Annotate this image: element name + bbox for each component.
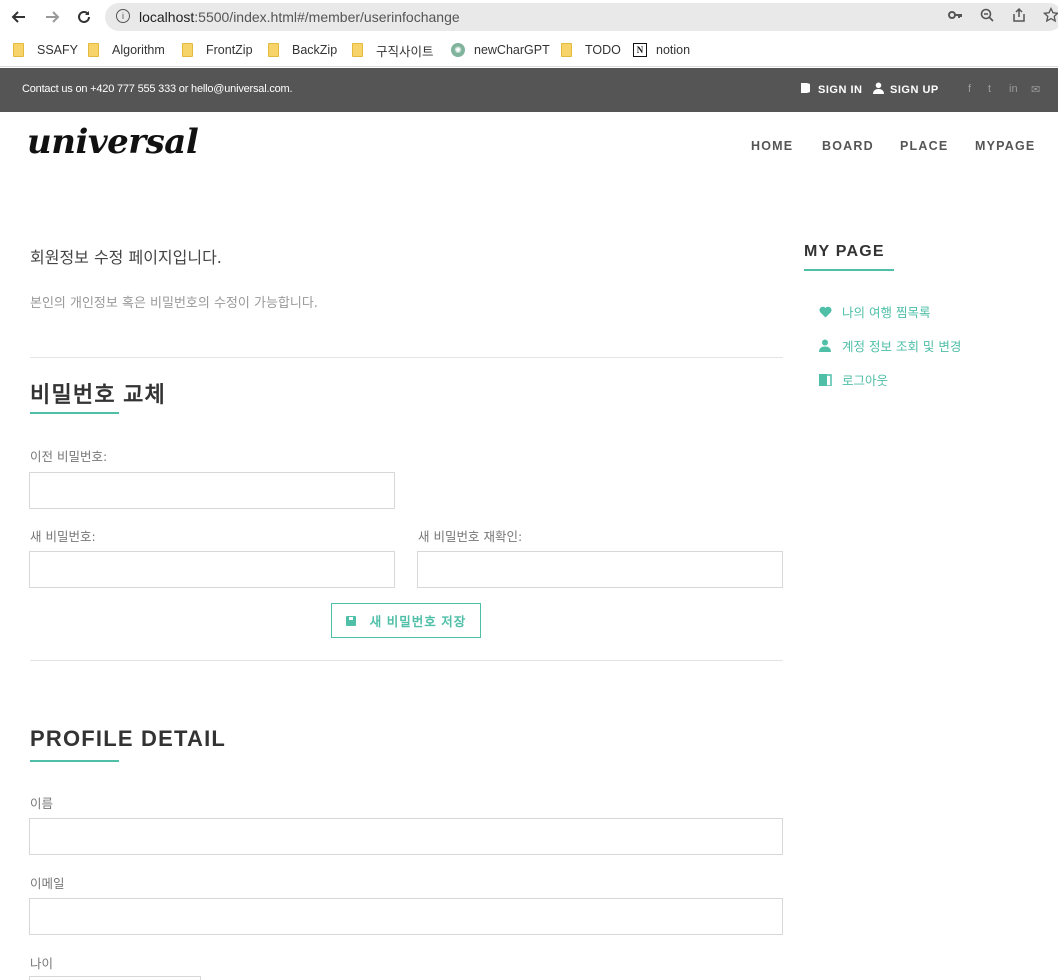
- url-path: :5500/index.html#/member/userinfochange: [194, 9, 460, 25]
- bookmark-frontzip[interactable]: FrontZip: [182, 40, 253, 60]
- sidebar-item-label: 계정 정보 조회 및 변경: [842, 339, 962, 354]
- folder-icon: [88, 43, 99, 57]
- old-password-label: 이전 비밀번호:: [30, 449, 108, 464]
- chatgpt-icon: ✺: [451, 43, 465, 57]
- folder-icon: [561, 43, 572, 57]
- facebook-icon[interactable]: f: [968, 83, 971, 95]
- sidebar-item-logout[interactable]: 로그아웃: [818, 370, 888, 389]
- page-title: 회원정보 수정 페이지입니다.: [30, 248, 222, 267]
- top-info-bar: Contact us on +420 777 555 333 or hello@…: [0, 68, 1058, 112]
- folder-icon: [13, 43, 24, 57]
- back-icon[interactable]: [6, 4, 32, 30]
- save-password-button[interactable]: 새 비밀번호 저장: [331, 603, 481, 638]
- page-subtitle: 본인의 개인정보 혹은 비밀번호의 수정이 가능합니다.: [30, 296, 318, 311]
- url-host: localhost: [139, 9, 195, 25]
- heart-icon: [818, 305, 832, 319]
- sign-in-link[interactable]: SIGN IN: [799, 82, 862, 97]
- bookmark-label: newCharGPT: [474, 43, 550, 57]
- sidebar-item-label: 로그아웃: [842, 373, 889, 388]
- confirm-password-label: 새 비밀번호 재확인:: [418, 529, 523, 544]
- profile-section-title: PROFILE DETAIL: [30, 726, 227, 751]
- age-input[interactable]: [29, 976, 201, 980]
- save-icon: [345, 615, 356, 626]
- site-logo[interactable]: universal: [27, 122, 199, 162]
- bookmark-label: FrontZip: [206, 43, 253, 57]
- new-password-label: 새 비밀번호:: [30, 529, 96, 544]
- bookmark-notion[interactable]: Nnotion: [633, 40, 690, 60]
- password-section-title: 비밀번호 교체: [30, 382, 166, 407]
- nav-board[interactable]: BOARD: [822, 139, 874, 153]
- notion-icon: N: [633, 43, 647, 57]
- zoom-icon[interactable]: [976, 4, 998, 26]
- reload-icon[interactable]: [71, 4, 97, 30]
- section-underline: [30, 760, 119, 762]
- sign-in-icon: [799, 82, 811, 97]
- key-icon[interactable]: [944, 4, 966, 26]
- twitter-icon[interactable]: t: [988, 83, 991, 95]
- url-text[interactable]: localhost:5500/index.html#/member/userin…: [139, 9, 460, 25]
- sidebar-item-wishlist[interactable]: 나의 여행 찜목록: [818, 302, 930, 321]
- save-password-label: 새 비밀번호 저장: [369, 615, 467, 629]
- door-icon: [818, 373, 832, 387]
- email-input[interactable]: [29, 898, 783, 935]
- bookmark-todo[interactable]: TODO: [561, 40, 621, 60]
- sign-up-label: SIGN UP: [890, 83, 939, 96]
- forward-icon[interactable]: [39, 4, 65, 30]
- nav-home[interactable]: HOME: [751, 139, 793, 153]
- sidebar-title: MY PAGE: [804, 243, 885, 260]
- bookmark-job-sites[interactable]: 구직사이트: [352, 40, 434, 60]
- divider: [30, 660, 783, 661]
- section-underline: [30, 412, 119, 414]
- sidebar-item-account[interactable]: 계정 정보 조회 및 변경: [818, 336, 961, 355]
- contact-text: Contact us on +420 777 555 333 or hello@…: [22, 83, 293, 95]
- bookmark-algorithm[interactable]: Algorithm: [88, 40, 165, 60]
- bookmark-label: 구직사이트: [376, 44, 434, 59]
- info-icon[interactable]: i: [116, 9, 130, 23]
- name-label: 이름: [30, 796, 54, 811]
- divider: [30, 357, 783, 358]
- user-icon: [873, 82, 884, 97]
- address-bar[interactable]: i localhost:5500/index.html#/member/user…: [105, 3, 1058, 31]
- nav-mypage[interactable]: MYPAGE: [975, 139, 1035, 153]
- user-icon: [818, 339, 832, 353]
- star-icon[interactable]: [1040, 4, 1058, 26]
- bookmarks-bar: SSAFY Algorithm FrontZip BackZip 구직사이트 ✺…: [0, 34, 1058, 67]
- new-password-input[interactable]: [29, 551, 395, 588]
- bookmark-newchargpt[interactable]: ✺ newCharGPT: [451, 40, 550, 60]
- old-password-input[interactable]: [29, 472, 395, 509]
- email-icon[interactable]: ✉: [1031, 83, 1040, 96]
- share-icon[interactable]: [1008, 4, 1030, 26]
- sidebar-underline: [804, 269, 894, 271]
- bookmark-label: BackZip: [292, 43, 338, 57]
- sign-up-link[interactable]: SIGN UP: [873, 82, 939, 97]
- sign-in-label: SIGN IN: [818, 83, 863, 96]
- nav-place[interactable]: PLACE: [900, 139, 948, 153]
- confirm-password-input[interactable]: [417, 551, 783, 588]
- folder-icon: [352, 43, 363, 57]
- browser-toolbar: i localhost:5500/index.html#/member/user…: [0, 0, 1058, 34]
- bookmark-label: TODO: [585, 43, 621, 57]
- email-label: 이메일: [30, 876, 65, 891]
- bookmark-backzip[interactable]: BackZip: [268, 40, 337, 60]
- folder-icon: [182, 43, 193, 57]
- name-input[interactable]: [29, 818, 783, 855]
- sidebar-item-label: 나의 여행 찜목록: [842, 305, 931, 320]
- age-label: 나이: [30, 956, 54, 971]
- bookmark-label: notion: [656, 43, 691, 57]
- folder-icon: [268, 43, 279, 57]
- bookmark-label: SSAFY: [37, 43, 78, 57]
- bookmark-ssafy[interactable]: SSAFY: [13, 40, 78, 60]
- linkedin-icon[interactable]: in: [1009, 83, 1018, 95]
- bookmark-label: Algorithm: [112, 43, 165, 57]
